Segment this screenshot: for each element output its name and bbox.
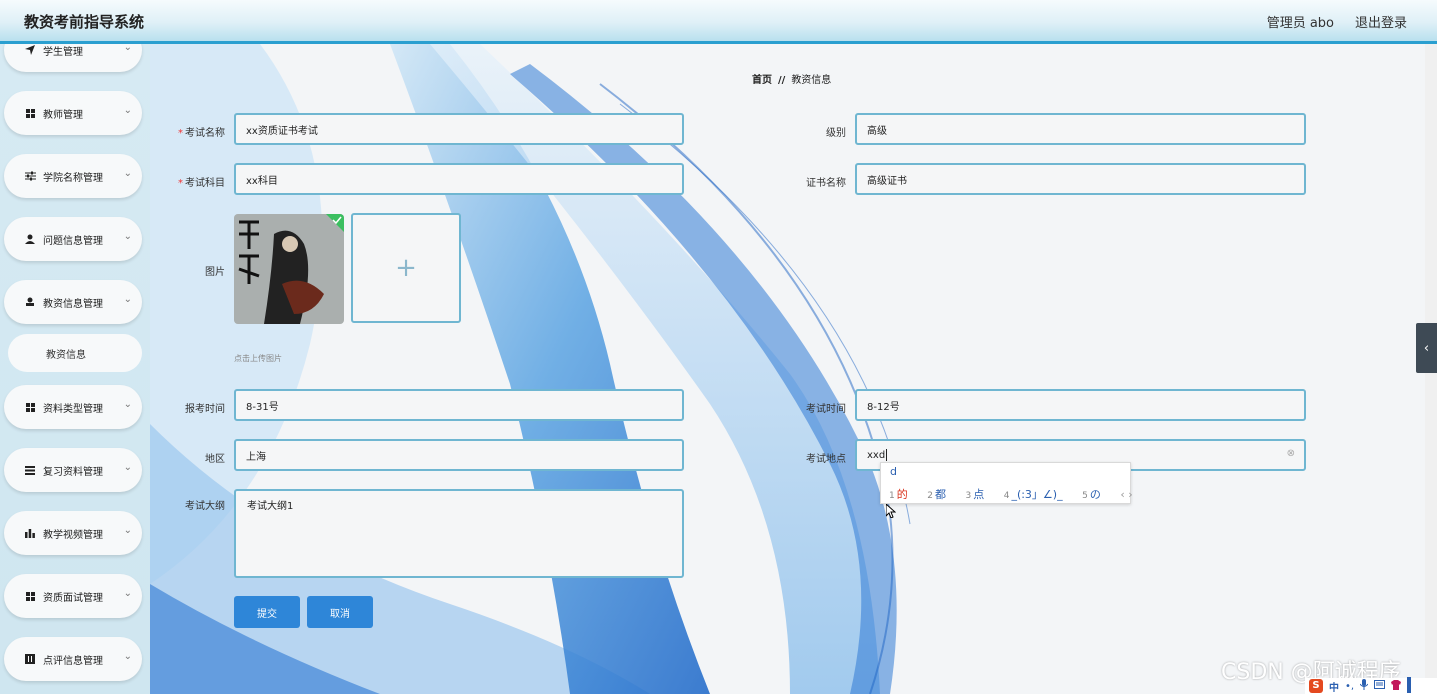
exam-location-label: 考试地点 xyxy=(806,454,846,465)
sidebar-item-review-material[interactable]: 复习资料管理 ⌄ xyxy=(4,448,142,492)
level-input[interactable]: 高级 xyxy=(855,113,1306,145)
toolbox-grid-icon[interactable] xyxy=(1407,676,1412,694)
chevron-down-icon: ⌄ xyxy=(123,44,132,53)
chevron-left-icon: ‹ xyxy=(1423,340,1430,356)
chevron-down-icon: ⌄ xyxy=(123,588,132,599)
sidebar-item-video[interactable]: 教学视频管理 ⌄ xyxy=(4,511,142,555)
breadcrumb-current: 教资信息 xyxy=(791,75,832,86)
uploaded-image-thumbnail[interactable] xyxy=(234,214,344,324)
upload-image-button[interactable]: + xyxy=(351,213,461,323)
region-input[interactable]: 上海 xyxy=(234,439,684,471)
stamp-icon xyxy=(24,296,36,308)
grid-icon xyxy=(24,107,36,119)
clear-input-icon[interactable]: ⊗ xyxy=(1287,448,1295,459)
exam-name-label: * 考试名称 xyxy=(178,128,225,139)
sidebar-item-student[interactable]: 学生管理 ⌄ xyxy=(4,44,142,72)
chevron-down-icon: ⌄ xyxy=(123,231,132,242)
outline-label: 考试大纲 xyxy=(185,501,225,512)
required-mark: * xyxy=(178,178,183,189)
level-label: 级别 xyxy=(826,128,846,139)
chevron-down-icon: ⌄ xyxy=(123,525,132,536)
list-icon xyxy=(24,464,36,476)
breadcrumb: 首页 // 教资信息 xyxy=(752,71,831,86)
subject-label: * 考试科目 xyxy=(178,178,225,189)
upload-hint: 点击上传图片 xyxy=(234,354,282,363)
sidebar-item-college[interactable]: 学院名称管理 ⌄ xyxy=(4,154,142,198)
required-mark: * xyxy=(178,128,183,139)
ime-candidate[interactable]: 1的 xyxy=(889,488,916,501)
sidebar-item-teacher[interactable]: 教师管理 ⌄ xyxy=(4,91,142,135)
sidebar-item-label: 点评信息管理 xyxy=(43,655,103,667)
chevron-down-icon: ⌄ xyxy=(123,105,132,116)
mouse-cursor-icon xyxy=(885,502,897,522)
ime-status-tray: S 中 •, xyxy=(1305,676,1437,694)
app-title: 教资考前指导系统 xyxy=(24,13,145,31)
chevron-down-icon: ⌄ xyxy=(123,651,132,662)
chevron-down-icon: ⌄ xyxy=(123,399,132,410)
book-icon xyxy=(24,653,36,665)
keyboard-icon[interactable] xyxy=(1374,680,1386,692)
submit-button[interactable]: 提交 xyxy=(234,596,300,628)
logout-link[interactable]: 退出登录 xyxy=(1355,12,1407,31)
ime-candidate-list: 1的 2都 3点 4 _(:3」∠)_ 5の ‹ › xyxy=(889,486,1141,502)
ime-page-nav[interactable]: ‹ › xyxy=(1120,488,1132,501)
grid-icon xyxy=(24,590,36,602)
sidebar-item-material-type[interactable]: 资料类型管理 ⌄ xyxy=(4,385,142,429)
subject-input[interactable]: xx科目 xyxy=(234,163,684,195)
sidebar-item-cert-info[interactable]: 教资信息管理 ⌄ xyxy=(4,280,142,324)
sidebar-item-label: 教师管理 xyxy=(43,109,83,121)
cert-name-label: 证书名称 xyxy=(806,178,846,189)
sidebar-item-label: 教资信息管理 xyxy=(43,298,103,310)
image-label: 图片 xyxy=(205,267,225,278)
ime-candidate-window: d 1的 2都 3点 4 _(:3」∠)_ 5の ‹ › xyxy=(880,462,1133,504)
punctuation-icon[interactable]: •, xyxy=(1345,681,1354,692)
ime-candidate[interactable]: 2都 xyxy=(927,488,954,501)
sidebar-subitem-cert-info[interactable]: 教资信息 xyxy=(8,334,142,372)
chevron-down-icon: ⌄ xyxy=(123,168,132,179)
ime-composition-text: d xyxy=(890,465,897,478)
sidebar-item-question[interactable]: 问题信息管理 ⌄ xyxy=(4,217,142,261)
outline-textarea[interactable]: 考试大纲1 xyxy=(234,489,684,578)
sidebar-item-label: 学院名称管理 xyxy=(43,172,103,184)
sidebar-item-label: 资质面试管理 xyxy=(43,592,103,604)
breadcrumb-separator: // xyxy=(778,75,786,86)
chevron-down-icon: ⌄ xyxy=(123,462,132,473)
ime-candidate[interactable]: 5の xyxy=(1082,488,1109,501)
microphone-icon[interactable] xyxy=(1359,679,1369,693)
cancel-button[interactable]: 取消 xyxy=(307,596,373,628)
sidebar-item-interview[interactable]: 资质面试管理 ⌄ xyxy=(4,574,142,618)
sidebar-item-label: 学生管理 xyxy=(43,46,83,58)
sidebar-item-label: 问题信息管理 xyxy=(43,235,103,247)
region-label: 地区 xyxy=(205,454,225,465)
exam-name-input[interactable]: xx资质证书考试 xyxy=(234,113,684,145)
sidebar-item-label: 资料类型管理 xyxy=(43,403,103,415)
plus-icon: + xyxy=(395,253,417,283)
register-time-label: 报考时间 xyxy=(185,404,225,415)
register-time-input[interactable]: 8-31号 xyxy=(234,389,684,421)
panel-toggle-button[interactable]: ‹ xyxy=(1416,323,1437,373)
ime-mode-label[interactable]: 中 xyxy=(1329,679,1339,694)
breadcrumb-home[interactable]: 首页 xyxy=(752,75,772,86)
sogou-ime-icon[interactable]: S xyxy=(1309,679,1323,693)
bar-chart-icon xyxy=(24,527,36,539)
send-icon xyxy=(24,44,36,56)
ime-candidate[interactable]: 3点 xyxy=(965,488,992,501)
sidebar-item-label: 教学视频管理 xyxy=(43,529,103,541)
sidebar-item-review[interactable]: 点评信息管理 ⌄ xyxy=(4,637,142,681)
sidebar: 学生管理 ⌄ 教师管理 ⌄ 学院名称管理 ⌄ 问题信息管理 ⌄ 教资信息管理 ⌄… xyxy=(0,44,150,694)
admin-user-label: 管理员 abo xyxy=(1266,16,1334,31)
exam-time-label: 考试时间 xyxy=(806,404,846,415)
user-icon xyxy=(24,233,36,245)
main-content: 首页 // 教资信息 * 考试名称 xx资质证书考试 级别 高级 * 考试科目 xx科目… xyxy=(150,44,1425,694)
cert-name-input[interactable]: 高级证书 xyxy=(855,163,1306,195)
exam-time-input[interactable]: 8-12号 xyxy=(855,389,1306,421)
skin-icon[interactable] xyxy=(1391,679,1402,693)
sliders-icon xyxy=(24,170,36,182)
chevron-up-icon: ⌄ xyxy=(123,294,132,305)
sidebar-item-label: 复习资料管理 xyxy=(43,466,103,478)
top-header: 教资考前指导系统 管理员 abo 退出登录 xyxy=(0,0,1437,44)
grid-icon xyxy=(24,401,36,413)
ime-candidate[interactable]: 4 _(:3」∠)_ xyxy=(1004,488,1071,501)
